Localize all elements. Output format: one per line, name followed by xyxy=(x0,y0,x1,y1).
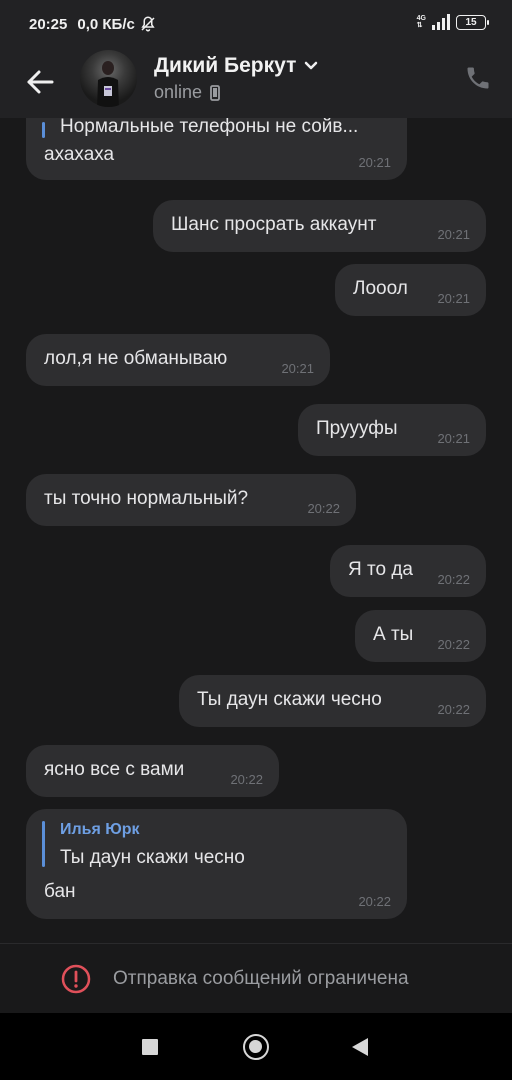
message-time: 20:21 xyxy=(281,361,314,376)
message-time: 20:22 xyxy=(437,572,470,587)
mobile-phone-icon xyxy=(210,84,220,101)
battery-level: 15 xyxy=(465,16,477,28)
nav-back-icon[interactable] xyxy=(352,1038,368,1056)
message-text: Я то да xyxy=(348,559,413,580)
phone-call-icon[interactable] xyxy=(464,64,492,92)
message-text: Ты даун скажи чесно xyxy=(197,689,382,710)
message-time: 20:21 xyxy=(437,227,470,242)
message-text: Пруууфы xyxy=(316,418,398,439)
messaging-restricted-bar: Отправка сообщений ограничена xyxy=(0,943,512,1013)
message-time: 20:22 xyxy=(358,894,391,909)
reply-text: Ты даун скажи чесно xyxy=(60,847,245,868)
message-text: ты точно нормальный? xyxy=(44,488,249,509)
data-arrows-icon: ⇅ xyxy=(416,22,423,29)
app-root: 20:25 0,0 КБ/с 4G ⇅ 15 Дикий Беркут onli… xyxy=(0,0,512,1080)
message-time: 20:22 xyxy=(230,772,263,787)
message-bubble-outgoing[interactable]: Шанс просрать аккаунт 20:21 xyxy=(153,200,486,252)
message-bubble-outgoing[interactable]: Пруууфы 20:21 xyxy=(298,404,486,456)
signal-icon xyxy=(432,14,450,30)
message-bubble-incoming[interactable]: лол,я не обманываю 20:21 xyxy=(26,334,330,386)
message-time: 20:21 xyxy=(358,155,391,170)
reply-indicator xyxy=(42,122,45,138)
message-bubble-outgoing[interactable]: Я то да 20:22 xyxy=(330,545,486,597)
message-bubble-outgoing[interactable]: А ты 20:22 xyxy=(355,610,486,662)
status-bar: 20:25 0,0 КБ/с 4G ⇅ 15 xyxy=(0,0,512,48)
message-time: 20:22 xyxy=(437,637,470,652)
reply-indicator xyxy=(42,821,45,867)
contact-name-row[interactable]: Дикий Беркут xyxy=(154,54,318,78)
message-bubble-incoming[interactable]: Нормальные телефоны не сойв... ахахаха 2… xyxy=(26,118,407,180)
status-speed: 0,0 КБ/с xyxy=(77,15,135,33)
battery-icon: 15 xyxy=(456,14,489,30)
warning-icon xyxy=(61,964,91,994)
message-time: 20:22 xyxy=(437,702,470,717)
home-icon[interactable] xyxy=(243,1034,269,1060)
system-nav-bar xyxy=(0,1013,512,1080)
contact-name: Дикий Беркут xyxy=(154,54,297,77)
message-time: 20:21 xyxy=(437,431,470,446)
message-text: лол,я не обманываю xyxy=(44,348,228,369)
message-bubble-outgoing[interactable]: Ты даун скажи чесно 20:22 xyxy=(179,675,486,727)
restriction-text: Отправка сообщений ограничена xyxy=(113,968,409,989)
message-time: 20:21 xyxy=(437,291,470,306)
message-text: ясно все с вами xyxy=(44,759,185,780)
recents-icon[interactable] xyxy=(142,1039,158,1055)
message-text: Шанс просрать аккаунт xyxy=(171,214,377,235)
contact-status-row: online xyxy=(154,82,220,103)
network-label: 4G xyxy=(416,15,426,22)
status-time: 20:25 xyxy=(29,15,68,33)
muted-bell-icon xyxy=(141,16,155,32)
message-bubble-incoming[interactable]: ты точно нормальный? 20:22 xyxy=(26,474,356,526)
avatar[interactable] xyxy=(80,50,137,107)
back-arrow-icon[interactable] xyxy=(24,66,56,98)
avatar-figure-icon xyxy=(97,61,119,107)
message-text: бан xyxy=(44,881,76,902)
status-right: 4G ⇅ 15 xyxy=(417,14,489,30)
message-bubble-incoming[interactable]: Илья Юрк Ты даун скажи чесно бан 20:22 xyxy=(26,809,407,919)
chevron-down-icon xyxy=(305,61,318,70)
message-text: А ты xyxy=(373,624,414,645)
network-indicator: 4G ⇅ xyxy=(417,15,426,29)
contact-status: online xyxy=(154,82,203,102)
message-text: Лооол xyxy=(353,278,408,299)
message-bubble-outgoing[interactable]: Лооол 20:21 xyxy=(335,264,486,316)
message-text: ахахаха xyxy=(44,144,115,165)
reply-preview: Нормальные телефоны не сойв... xyxy=(60,118,359,137)
chat-header: Дикий Беркут online xyxy=(0,48,512,118)
message-time: 20:22 xyxy=(307,501,340,516)
reply-author: Илья Юрк xyxy=(60,821,140,838)
message-list[interactable]: Нормальные телефоны не сойв... ахахаха 2… xyxy=(0,118,512,943)
message-bubble-incoming[interactable]: ясно все с вами 20:22 xyxy=(26,745,279,797)
